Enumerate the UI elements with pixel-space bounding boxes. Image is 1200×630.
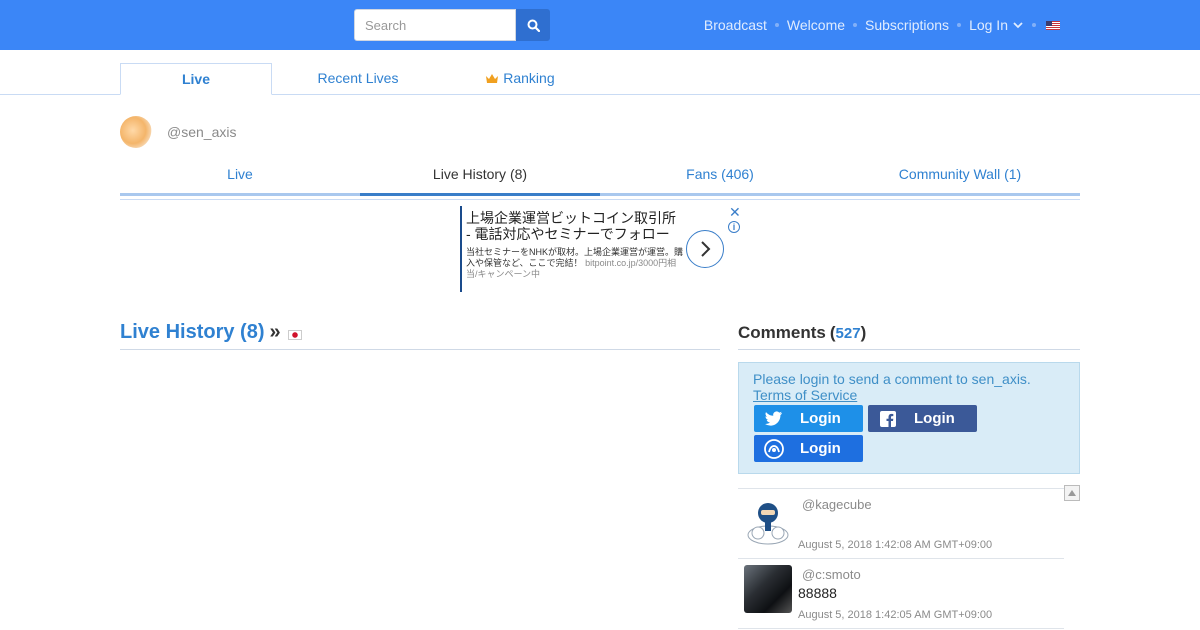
comment-avatar[interactable] <box>744 565 792 613</box>
comment-date: August 5, 2018 1:42:08 AM GMT+09:00 <box>798 539 993 551</box>
facebook-icon <box>876 405 900 432</box>
nav-login[interactable]: Log In <box>969 17 1008 33</box>
ad-title[interactable]: 上場企業運営ビットコイン取引所 - 電話対応やセミナーでフォロー <box>466 210 680 242</box>
japan-flag-icon <box>287 329 302 340</box>
twitter-login-button[interactable]: Login <box>754 405 863 432</box>
ad-close-icon[interactable]: ✕ <box>729 204 741 221</box>
subtab-community-wall[interactable]: Community Wall (1) <box>840 158 1080 196</box>
service-login-label: Login <box>800 440 841 457</box>
tab-recent-lives[interactable]: Recent Lives <box>282 63 434 95</box>
top-bar: Broadcast Welcome Subscriptions Log In <box>0 0 1200 50</box>
live-history-title[interactable]: Live History (8) <box>120 321 264 344</box>
comments-header: Comments (527) <box>738 316 1080 350</box>
ad-info-icon[interactable]: i <box>728 221 740 233</box>
facebook-login-button[interactable]: Login <box>868 405 977 432</box>
search-icon <box>527 19 540 32</box>
raquo: » <box>269 321 281 343</box>
terms-of-service-link[interactable]: Terms of Service <box>753 387 1065 403</box>
nav-broadcast[interactable]: Broadcast <box>704 17 767 33</box>
triangle-up-icon <box>1068 490 1076 496</box>
top-nav: Broadcast Welcome Subscriptions Log In <box>704 0 1060 50</box>
search-input[interactable] <box>354 9 516 41</box>
comment-username[interactable]: @c:smoto <box>802 567 861 582</box>
twitter-login-label: Login <box>800 410 841 427</box>
scroll-up-button[interactable] <box>1064 485 1080 501</box>
divider <box>120 199 1080 200</box>
twitter-icon <box>762 405 786 432</box>
login-prompt: Please login to send a comment to sen_ax… <box>738 362 1080 474</box>
nav-subscriptions[interactable]: Subscriptions <box>865 17 949 33</box>
nav-welcome[interactable]: Welcome <box>787 17 845 33</box>
comment-avatar[interactable] <box>744 497 792 545</box>
subtab-live-history[interactable]: Live History (8) <box>360 158 600 196</box>
comments-count: 527 <box>835 324 861 342</box>
nav-separator <box>957 23 962 27</box>
service-login-button[interactable]: Login <box>754 435 863 462</box>
comment-username[interactable]: @kagecube <box>802 497 872 512</box>
subtab-live[interactable]: Live <box>120 158 360 196</box>
comments-title: Comments <box>738 322 826 342</box>
main-tabs: Live Recent Lives Ranking <box>0 50 1200 95</box>
avatar[interactable] <box>120 116 152 148</box>
live-history-header: Live History (8) » <box>120 316 720 350</box>
search-button[interactable] <box>516 9 550 41</box>
service-logo-icon <box>762 435 786 462</box>
ad-body: 当社セミナーをNHKが取材。上場企業運営が運営。購入や保管など、ここで完結！ b… <box>466 247 684 280</box>
tab-ranking[interactable]: Ranking <box>444 63 596 95</box>
profile-header: @sen_axis <box>120 115 236 149</box>
chevron-right-icon <box>701 241 711 257</box>
ninja-avatar-icon <box>747 503 789 545</box>
facebook-login-label: Login <box>914 410 955 427</box>
profile-tabs: Live Live History (8) Fans (406) Communi… <box>120 158 1080 196</box>
comment-item: @c:smoto 88888 August 5, 2018 1:42:05 AM… <box>738 559 1064 629</box>
nav-separator <box>774 23 779 27</box>
chevron-down-icon[interactable] <box>1012 20 1024 30</box>
tab-ranking-label: Ranking <box>503 70 555 86</box>
comment-text: 88888 <box>798 585 837 601</box>
profile-username: @sen_axis <box>167 124 237 140</box>
nav-separator <box>853 23 858 27</box>
comment-item: @kagecube August 5, 2018 1:42:08 AM GMT+… <box>738 489 1064 559</box>
subtab-fans[interactable]: Fans (406) <box>600 158 840 196</box>
comments-count-wrap: (527) <box>829 322 867 342</box>
crown-icon <box>486 74 499 83</box>
login-message: Please login to send a comment to sen_ax… <box>753 371 1031 387</box>
search-box <box>354 9 550 41</box>
tab-live[interactable]: Live <box>120 63 272 95</box>
us-flag-icon[interactable] <box>1046 20 1060 30</box>
comment-date: August 5, 2018 1:42:05 AM GMT+09:00 <box>798 609 993 621</box>
ad-next-button[interactable] <box>686 230 724 268</box>
ad-banner[interactable]: 上場企業運営ビットコイン取引所 - 電話対応やセミナーでフォロー 当社セミナーを… <box>460 204 742 292</box>
comment-list[interactable]: @kagecube August 5, 2018 1:42:08 AM GMT+… <box>738 485 1080 630</box>
nav-separator <box>1032 23 1036 27</box>
